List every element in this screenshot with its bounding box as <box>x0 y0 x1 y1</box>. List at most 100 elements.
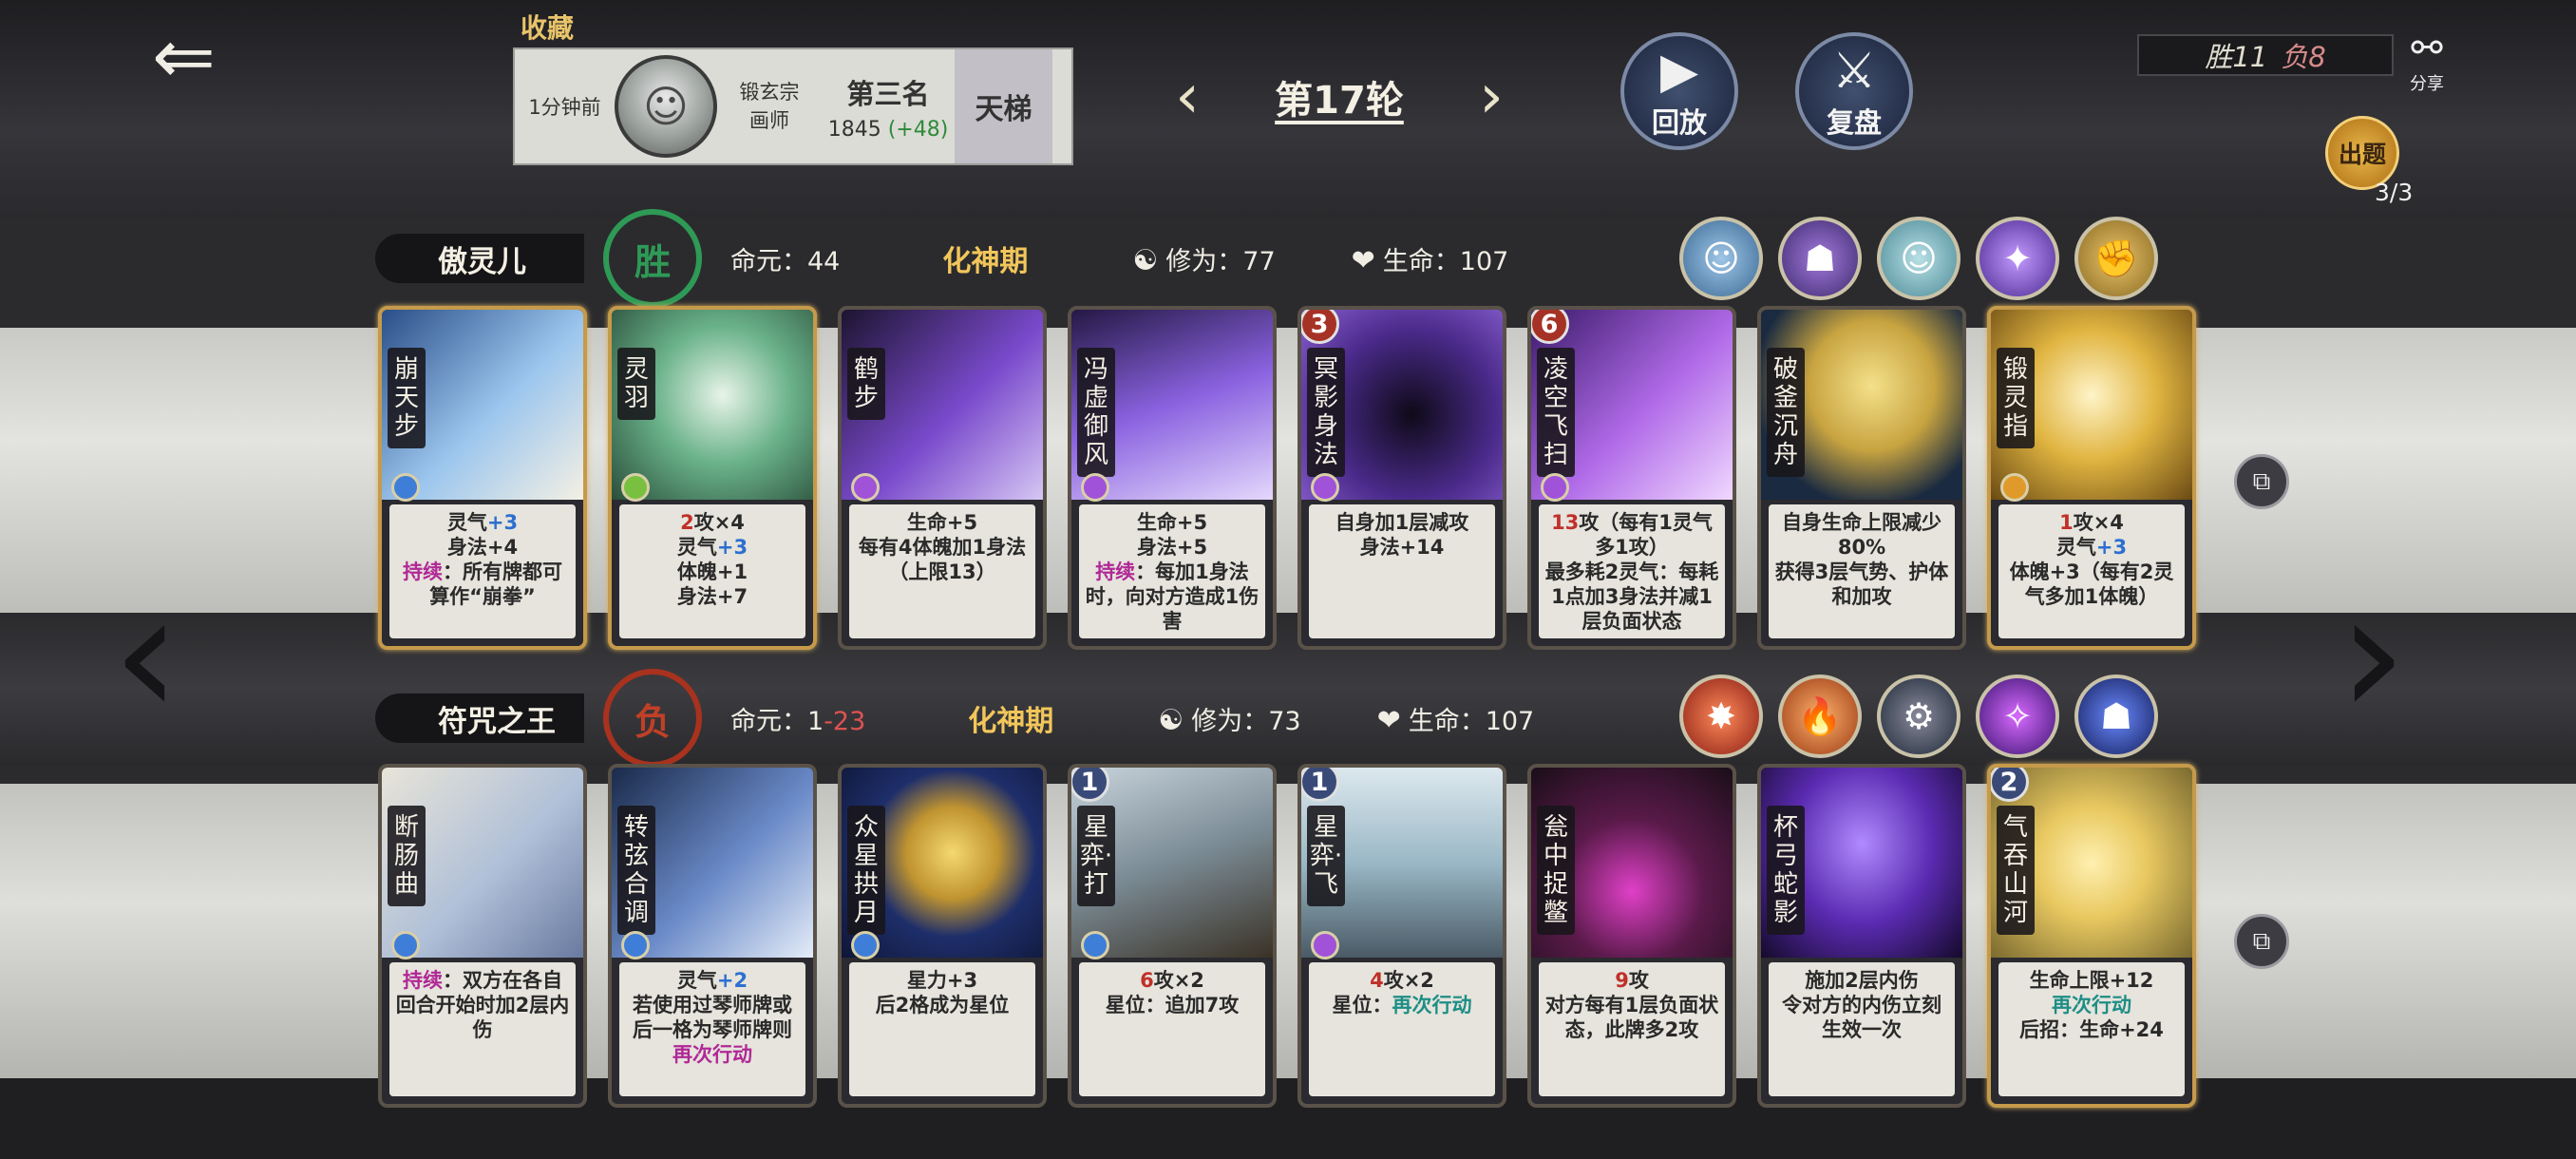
ladder-label: 天梯 <box>955 49 1052 163</box>
round-navigator: ‹ 第17轮 › <box>1159 66 1520 127</box>
player2-hp-value: 107 <box>1485 706 1535 736</box>
card-description: 灵气+3 身法+4 持续：所有牌都可算作“崩拳” <box>389 504 576 638</box>
card-name: 破釜沉舟 <box>1767 348 1805 477</box>
card[interactable]: 鹤步 生命+5 每有4体魄加1身法（上限13） <box>838 306 1047 650</box>
card[interactable]: 1 星弈·飞 4攻×2 星位：再次行动 <box>1297 764 1506 1108</box>
purple-gem-icon <box>1311 931 1339 960</box>
scholar-portrait-icon[interactable]: ☺ <box>1877 217 1960 300</box>
spirit-portrait-icon[interactable]: ✦ <box>1976 217 2059 300</box>
card-name: 星弈·打 <box>1077 806 1115 906</box>
orange-gem-icon <box>2000 473 2029 502</box>
shadow-figure-portrait-icon[interactable]: ☗ <box>1778 217 1862 300</box>
review-label: 复盘 <box>1826 106 1882 139</box>
player2-cultivation: ☯ 修为：73 <box>1158 700 1300 737</box>
right-page-arrow-icon[interactable]: › <box>2339 570 2407 741</box>
card[interactable]: 破釜沉舟 自身生命上限减少80% 获得3层气势、护体和加攻 <box>1757 306 1966 650</box>
player2-copy-icon[interactable]: ⧉ <box>2234 914 2289 969</box>
rank-score-delta: (+48) <box>887 117 949 142</box>
mystic-portrait-icon[interactable]: ✧ <box>1976 674 2059 758</box>
card[interactable]: 断肠曲 持续：双方在各自回合开始时加2层内伤 <box>378 764 587 1108</box>
opponent-time: 1分钟前 <box>528 96 601 119</box>
card-description: 4攻×2 星位：再次行动 <box>1309 962 1495 1096</box>
player1-hp: ❤ 生命：107 <box>1352 240 1509 277</box>
rank-name: 第三名 <box>846 77 930 110</box>
opponent-sect-line2: 画师 <box>749 109 789 132</box>
card[interactable]: 6 凌空飞扫 13攻（每有1灵气多1攻） 最多耗2灵气：每耗1点加3身法并减1层负… <box>1527 306 1736 650</box>
card[interactable]: 崩天步 灵气+3 身法+4 持续：所有牌都可算作“崩拳” <box>378 306 587 650</box>
card-name: 冥影身法 <box>1307 348 1345 477</box>
card[interactable]: 瓮中捉鳖 9攻 对方每有1层负面状态，此牌多2攻 <box>1527 764 1736 1108</box>
player1-hp-label: 生命： <box>1382 246 1460 276</box>
fist-portrait-icon[interactable]: ✊ <box>2074 217 2158 300</box>
card[interactable]: 3 冥影身法 自身加1层减攻 身法+14 <box>1297 306 1506 650</box>
card[interactable]: 2 气吞山河 生命上限+12 再次行动 后招：生命+24 <box>1987 764 2196 1108</box>
prev-round-chevron-icon[interactable]: ‹ <box>1159 66 1216 127</box>
card[interactable]: 转弦合调 灵气+2 若使用过琴师牌或后一格为琴师牌则再次行动 <box>608 764 817 1108</box>
quiz-count: 3/3 <box>2375 179 2414 206</box>
card-level-badge: 1 <box>1071 768 1109 802</box>
card-description: 自身加1层减攻 身法+14 <box>1309 504 1495 638</box>
round-title[interactable]: 第17轮 <box>1216 69 1463 124</box>
player1-name: 傲灵儿 <box>375 234 584 283</box>
blue-gem-icon <box>621 931 650 960</box>
player1-result-badge: 胜 <box>603 209 702 308</box>
card-description: 自身生命上限减少80% 获得3层气势、护体和加攻 <box>1769 504 1955 638</box>
card-name: 灵羽 <box>617 348 655 420</box>
card[interactable]: 1 星弈·打 6攻×2 星位：追加7攻 <box>1068 764 1277 1108</box>
heart-icon: ❤ <box>1376 703 1401 737</box>
player2-cult-value: 73 <box>1268 706 1301 736</box>
replay-label: 回放 <box>1651 106 1707 139</box>
next-round-chevron-icon[interactable]: › <box>1463 66 1520 127</box>
card-level-badge: 1 <box>1301 768 1339 802</box>
left-page-arrow-icon[interactable]: ‹ <box>112 570 180 741</box>
review-button[interactable]: ⚔ 复盘 <box>1795 32 1913 150</box>
player2-life-label: 命元： <box>730 706 807 736</box>
blue-gem-icon <box>391 931 420 960</box>
player2-cult-label: 修为： <box>1191 706 1269 736</box>
card-description: 施加2层内伤 令对方的内伤立刻生效一次 <box>1769 962 1955 1096</box>
fire-portrait-icon[interactable]: 🔥 <box>1778 674 1862 758</box>
opponent-panel[interactable]: 1分钟前 ☺ 锻玄宗 画师 第三名 1845 (+48) 天梯 <box>513 48 1073 165</box>
card-description: 持续：双方在各自回合开始时加2层内伤 <box>389 962 576 1096</box>
sigil-portrait-icon[interactable]: ⚙ <box>1877 674 1960 758</box>
card-description: 6攻×2 星位：追加7攻 <box>1079 962 1265 1096</box>
player1-copy-icon[interactable]: ⧉ <box>2234 454 2289 509</box>
card[interactable]: 杯弓蛇影 施加2层内伤 令对方的内伤立刻生效一次 <box>1757 764 1966 1108</box>
card[interactable]: 众星拱月 星力+3 后2格成为星位 <box>838 764 1047 1108</box>
card-name: 转弦合调 <box>617 806 655 935</box>
player1-cult-value: 77 <box>1242 246 1276 276</box>
card[interactable]: 锻灵指 1攻×4 灵气+3 体魄+3（每有2灵气多加1体魄） <box>1987 306 2196 650</box>
card-name: 瓮中捉鳖 <box>1537 806 1575 935</box>
card[interactable]: 灵羽 2攻×4 灵气+3 体魄+1 身法+7 <box>608 306 817 650</box>
card-description: 9攻 对方每有1层负面状态，此牌多2攻 <box>1539 962 1725 1096</box>
player1-realm: 化神期 <box>942 245 1029 278</box>
card-description: 2攻×4 灵气+3 体魄+1 身法+7 <box>619 504 805 638</box>
player2-life: 命元：1-23 <box>730 700 865 737</box>
player1-cult-label: 修为： <box>1165 246 1243 276</box>
card-name: 凌空飞扫 <box>1537 348 1575 477</box>
player1-life-label: 命元： <box>730 246 807 276</box>
card-name: 众星拱月 <box>847 806 885 935</box>
heart-icon: ❤ <box>1351 243 1375 277</box>
back-arrow-icon[interactable]: ⇐ <box>152 19 256 95</box>
figure-portrait-icon[interactable]: ☗ <box>2074 674 2158 758</box>
player1-life: 命元：44 <box>730 240 840 277</box>
flame-burst-portrait-icon[interactable]: ✸ <box>1679 674 1763 758</box>
card-description: 13攻（每有1灵气多1攻） 最多耗2灵气：每耗1点加3身法并减1层负面状态 <box>1539 504 1725 638</box>
card[interactable]: 冯虚御风 生命+5 身法+5 持续：每加1身法时，向对方造成1伤害 <box>1068 306 1277 650</box>
card-name: 气吞山河 <box>1997 806 2035 935</box>
card-name: 鹤步 <box>847 348 885 420</box>
share-button[interactable]: ⚯ 分享 <box>2398 27 2455 103</box>
favorite-label[interactable]: 收藏 <box>521 8 574 46</box>
meditation-icon: ☯ <box>1158 703 1184 737</box>
card-description: 生命+5 身法+5 持续：每加1身法时，向对方造成1伤害 <box>1079 504 1265 638</box>
crossed-swords-icon: ⚔ <box>1831 43 1877 100</box>
purple-gem-icon <box>851 473 880 502</box>
purple-gem-icon <box>1081 473 1109 502</box>
player2-cards: 断肠曲 持续：双方在各自回合开始时加2层内伤 转弦合调 灵气+2 若使用过琴师牌或… <box>378 764 2196 1108</box>
replay-button[interactable]: ▶ 回放 <box>1620 32 1738 150</box>
card-name: 星弈·飞 <box>1307 806 1345 906</box>
purple-gem-icon <box>1541 473 1569 502</box>
purple-gem-icon <box>1311 473 1339 502</box>
character-portrait-icon[interactable]: ☺ <box>1679 217 1763 300</box>
